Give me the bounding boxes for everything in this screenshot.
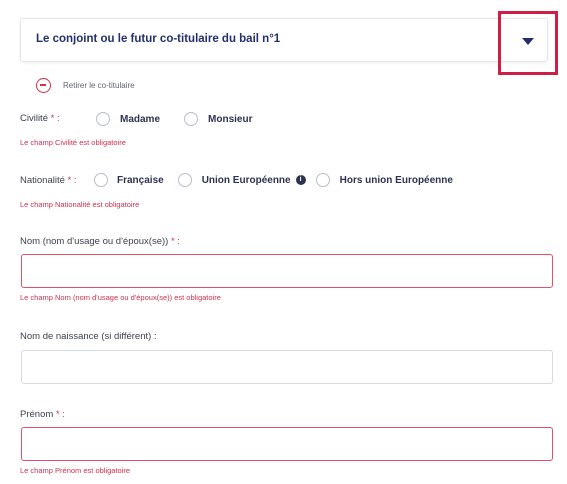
- radio-circle[interactable]: [177, 173, 192, 187]
- prenom-label: Prénom * :: [20, 409, 65, 420]
- nationalite-label: Nationalité * :: [20, 175, 77, 186]
- radio-circle[interactable]: [94, 173, 108, 187]
- remove-coholder-label: Retirer le co-titulaire: [63, 81, 135, 90]
- civilite-radio-group: Madame Monsieur: [96, 112, 252, 126]
- info-icon[interactable]: i: [295, 175, 306, 185]
- radio-circle[interactable]: [96, 112, 110, 126]
- nom-error: Le champ Nom (nom d'usage ou d'époux(se)…: [20, 293, 221, 302]
- prenom-input[interactable]: [21, 427, 553, 461]
- radio-circle[interactable]: [315, 173, 330, 187]
- radio-hors-union-europeenne[interactable]: Hors union Européenne: [315, 173, 453, 187]
- nationalite-radio-group: Française Union Européenne i Hors union …: [94, 173, 453, 187]
- radio-monsieur[interactable]: Monsieur: [184, 112, 252, 126]
- nom-naissance-input[interactable]: [21, 350, 553, 384]
- remove-circle-icon: [36, 78, 51, 93]
- nom-naissance-label: Nom de naissance (si différent) :: [20, 331, 157, 342]
- radio-madame[interactable]: Madame: [96, 112, 160, 126]
- section-title: Le conjoint ou le futur co-titulaire du …: [36, 33, 281, 45]
- remove-coholder-button[interactable]: Retirer le co-titulaire: [36, 78, 135, 93]
- nom-input[interactable]: [21, 254, 553, 288]
- nationalite-error: Le champ Nationalité est obligatoire: [20, 200, 140, 209]
- civilite-label: Civilité * :: [20, 113, 60, 124]
- radio-circle[interactable]: [184, 112, 199, 126]
- civilite-error: Le champ Civilité est obligatoire: [20, 138, 126, 147]
- prenom-error: Le champ Prénom est obligatoire: [20, 466, 131, 475]
- radio-union-europeenne[interactable]: Union Européenne i: [177, 173, 306, 187]
- highlight-box: [498, 11, 558, 75]
- nom-label: Nom (nom d'usage ou d'époux(se)) * :: [20, 236, 180, 247]
- coholder-accordion-header[interactable]: Le conjoint ou le futur co-titulaire du …: [20, 18, 548, 62]
- radio-francaise[interactable]: Française: [94, 173, 164, 187]
